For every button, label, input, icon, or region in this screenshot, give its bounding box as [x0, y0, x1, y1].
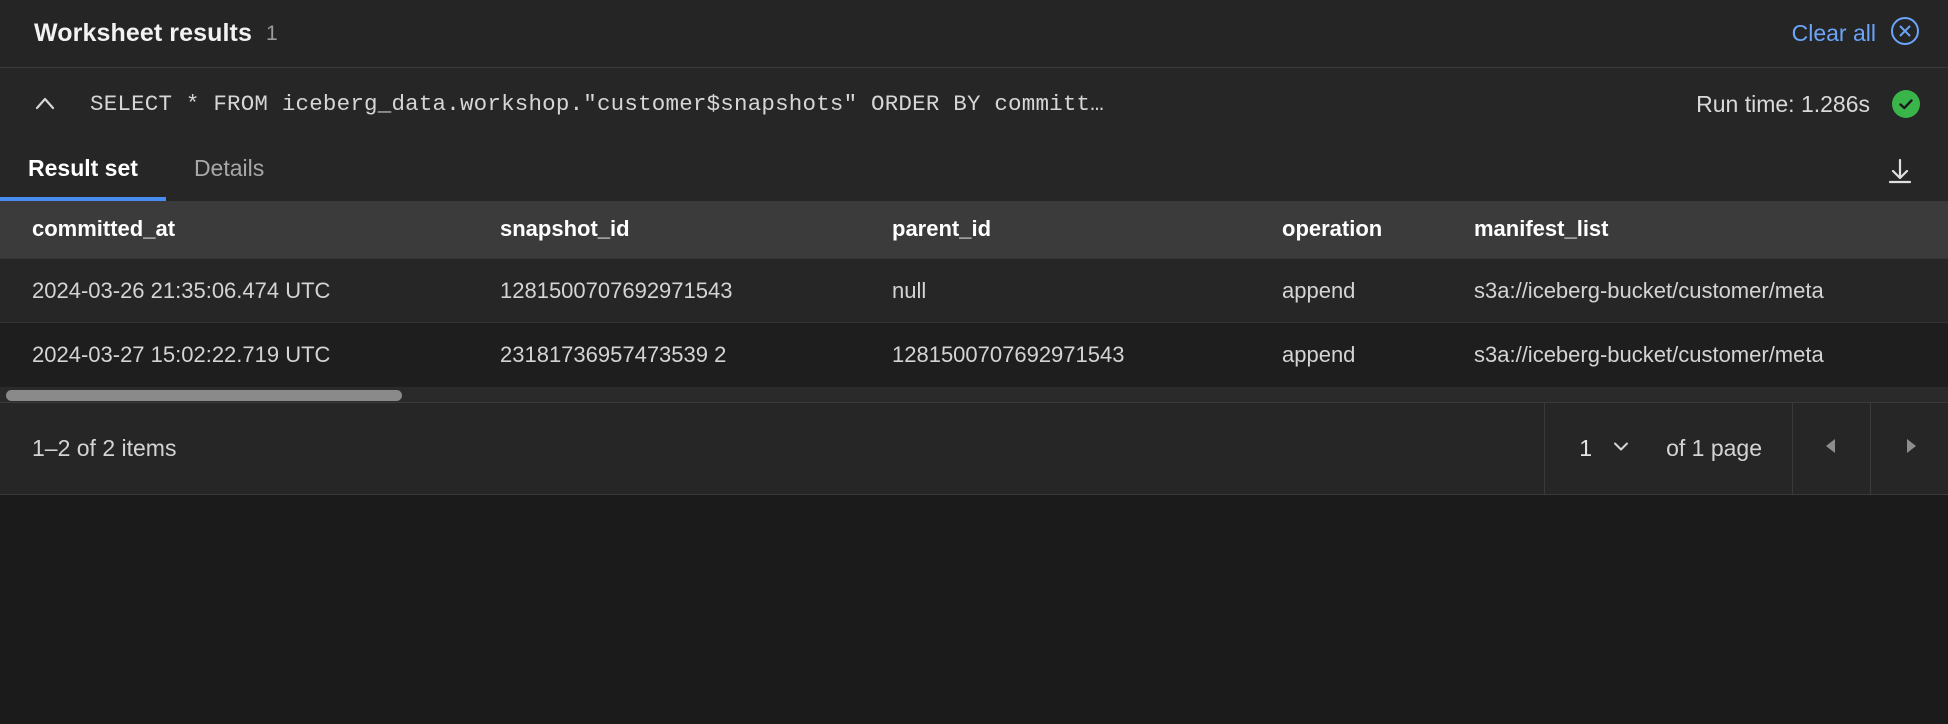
result-table: committed_at snapshot_id parent_id opera… [0, 202, 1948, 387]
cell-operation: append [1282, 258, 1474, 323]
cell-parent-id: 1281500707692971543 [892, 322, 1282, 387]
chevron-left-icon [1820, 434, 1844, 463]
cell-committed-at: 2024-03-27 15:02:22.719 UTC [0, 322, 500, 387]
horizontal-scrollbar-thumb[interactable] [6, 389, 402, 401]
result-table-head: committed_at snapshot_id parent_id opera… [0, 202, 1948, 259]
tab-details-label: Details [193, 155, 265, 181]
cell-manifest-list: s3a://iceberg-bucket/customer/meta [1474, 322, 1948, 387]
page-title: Worksheet results [34, 19, 252, 47]
table-row[interactable]: 2024-03-26 21:35:06.474 UTC 128150070769… [0, 258, 1948, 323]
horizontal-scrollbar[interactable] [0, 386, 1948, 403]
column-header-committed-at[interactable]: committed_at [0, 202, 500, 259]
query-sql-text: SELECT * FROM iceberg_data.workshop."cus… [90, 91, 1104, 117]
cell-manifest-list: s3a://iceberg-bucket/customer/meta [1474, 258, 1948, 323]
result-table-area: committed_at snapshot_id parent_id opera… [0, 202, 1948, 387]
table-header-row: committed_at snapshot_id parent_id opera… [0, 202, 1948, 259]
column-header-operation[interactable]: operation [1282, 202, 1474, 259]
column-header-parent-id[interactable]: parent_id [892, 202, 1282, 259]
next-page-button[interactable] [1870, 402, 1948, 494]
result-table-body: 2024-03-26 21:35:06.474 UTC 128150070769… [0, 258, 1948, 387]
cell-snapshot-id: 23181736957473539 2 [500, 322, 892, 387]
tab-result-set[interactable]: Result set [0, 140, 166, 201]
previous-page-button[interactable] [1792, 402, 1870, 494]
clear-all-button[interactable]: Clear all [1792, 16, 1920, 51]
results-header: Worksheet results 1 Clear all [0, 0, 1948, 68]
close-circle-icon[interactable] [1890, 16, 1920, 51]
chevron-up-icon[interactable] [28, 87, 62, 121]
empty-area-below-results [0, 494, 1948, 724]
page-select-value: 1 [1579, 434, 1593, 461]
column-header-manifest-list[interactable]: manifest_list [1474, 202, 1948, 259]
results-count-badge: 1 [265, 21, 278, 45]
clear-all-label: Clear all [1791, 20, 1876, 46]
cell-operation: append [1282, 322, 1474, 387]
check-circle-icon [1892, 90, 1920, 118]
tab-list: Result set Details [0, 140, 292, 201]
cell-snapshot-id: 1281500707692971543 [500, 258, 892, 323]
run-time-label: Run time: 1.286s [1696, 90, 1870, 117]
column-header-snapshot-id[interactable]: snapshot_id [500, 202, 892, 259]
chevron-down-icon [1610, 435, 1632, 462]
cell-parent-id: null [892, 258, 1282, 323]
worksheet-results-panel: Worksheet results 1 Clear all SELECT * F… [0, 0, 1948, 724]
page-select[interactable]: 1 [1544, 402, 1658, 494]
download-icon[interactable] [1878, 149, 1922, 193]
query-bar: SELECT * FROM iceberg_data.workshop."cus… [0, 68, 1948, 140]
pagination-controls: 1 of 1 page [1544, 402, 1948, 494]
table-row[interactable]: 2024-03-27 15:02:22.719 UTC 231817369574… [0, 322, 1948, 387]
items-count-label: 1–2 of 2 items [32, 434, 177, 461]
cell-committed-at: 2024-03-26 21:35:06.474 UTC [0, 258, 500, 323]
page-total-label: of 1 page [1666, 434, 1762, 461]
results-tab-bar: Result set Details [0, 140, 1948, 202]
tab-result-set-label: Result set [28, 155, 138, 181]
tab-details[interactable]: Details [166, 140, 292, 201]
chevron-right-icon [1898, 434, 1922, 463]
results-footer: 1–2 of 2 items 1 of 1 page [0, 402, 1948, 495]
run-time-status: Run time: 1.286s [1666, 90, 1920, 118]
